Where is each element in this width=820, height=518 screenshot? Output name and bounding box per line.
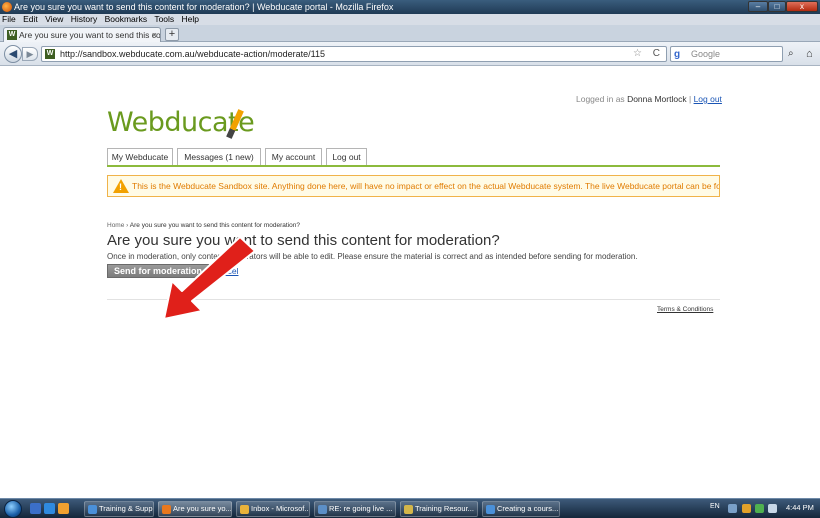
forward-button[interactable]: ▶ xyxy=(22,47,38,61)
menu-tools[interactable]: Tools xyxy=(154,14,174,24)
address-bar[interactable]: W http://sandbox.webducate.com.au/webduc… xyxy=(41,46,667,62)
minimize-button[interactable]: – xyxy=(748,1,768,12)
outlook-icon xyxy=(240,505,249,514)
start-button[interactable] xyxy=(4,500,22,518)
menu-bar: File Edit View History Bookmarks Tools H… xyxy=(0,14,820,25)
firefox-icon xyxy=(162,505,171,514)
firefox-quick-icon[interactable] xyxy=(58,503,69,514)
back-button[interactable]: ◀ xyxy=(4,45,22,63)
warning-icon: ! xyxy=(113,179,129,193)
menu-bookmarks[interactable]: Bookmarks xyxy=(105,14,148,24)
task-label: Inbox - Microsof... xyxy=(251,504,310,513)
menu-view[interactable]: View xyxy=(45,14,63,24)
terms-link[interactable]: Terms & Conditions xyxy=(657,306,713,313)
login-info: Logged in as Donna Mortlock | Log out xyxy=(576,94,722,104)
reload-icon[interactable]: C xyxy=(653,47,660,61)
tab-my-webducate[interactable]: My Webducate xyxy=(107,148,173,165)
task-label: Creating a cours... xyxy=(497,504,559,513)
email-icon xyxy=(318,505,327,514)
tab-bar: W Are you sure you want to send this con… xyxy=(0,25,820,42)
webducate-favicon-icon: W xyxy=(7,30,17,40)
document-icon xyxy=(486,505,495,514)
logged-in-user: Donna Mortlock xyxy=(627,94,687,104)
nav-divider xyxy=(107,165,720,167)
network-icon[interactable] xyxy=(755,504,764,513)
annotation-arrow-icon xyxy=(163,236,256,320)
tab-my-account[interactable]: My account xyxy=(265,148,322,165)
page-content: Logged in as Donna Mortlock | Log out We… xyxy=(0,67,820,498)
task-label: RE: re going live ... xyxy=(329,504,393,513)
task-training-support[interactable]: Training & Supp... xyxy=(84,501,154,517)
tab-messages[interactable]: Messages (1 new) xyxy=(177,148,261,165)
task-outlook-inbox[interactable]: Inbox - Microsof... xyxy=(236,501,310,517)
folder-icon xyxy=(404,505,413,514)
keyboard-icon[interactable] xyxy=(728,504,737,513)
language-indicator[interactable]: EN xyxy=(710,503,720,510)
login-prefix: Logged in as xyxy=(576,94,625,104)
internet-explorer-icon[interactable] xyxy=(44,503,55,514)
tab-label: Are you sure you want to send this cont.… xyxy=(19,30,161,40)
tab-log-out[interactable]: Log out xyxy=(326,148,367,165)
warning-text: This is the Webducate Sandbox site. Anyt… xyxy=(132,181,720,191)
bookmark-star-icon[interactable]: ☆ xyxy=(633,47,642,61)
firefox-icon xyxy=(2,2,12,12)
search-input[interactable]: g Google xyxy=(670,46,783,62)
maximize-button[interactable]: □ xyxy=(768,1,786,12)
breadcrumb: Home › Are you sure you want to send thi… xyxy=(107,222,300,229)
task-creating-course[interactable]: Creating a cours... xyxy=(482,501,560,517)
close-tab-icon[interactable]: × xyxy=(152,28,157,42)
windows-taskbar: Training & Supp... Are you sure yo... In… xyxy=(0,498,820,518)
search-icon[interactable]: ⌕ xyxy=(788,46,802,62)
site-favicon-icon: W xyxy=(45,49,55,59)
show-desktop-icon[interactable] xyxy=(30,503,41,514)
tray-app-icon[interactable] xyxy=(742,504,751,513)
google-icon[interactable]: g xyxy=(674,48,680,62)
task-training-resources[interactable]: Training Resour... xyxy=(400,501,478,517)
breadcrumb-current: Are you sure you want to send this conte… xyxy=(129,222,300,229)
system-clock[interactable]: 4:44 PM xyxy=(786,503,814,512)
volume-icon[interactable] xyxy=(768,504,777,513)
menu-help[interactable]: Help xyxy=(182,14,199,24)
task-firefox[interactable]: Are you sure yo... xyxy=(158,501,232,517)
search-placeholder: Google xyxy=(691,49,721,59)
browser-tab[interactable]: W Are you sure you want to send this con… xyxy=(3,27,161,42)
breadcrumb-home[interactable]: Home xyxy=(107,222,124,229)
task-label: Training Resour... xyxy=(415,504,474,513)
home-icon[interactable]: ⌂ xyxy=(806,46,818,62)
window-title: Are you sure you want to send this conte… xyxy=(14,2,394,12)
menu-history[interactable]: History xyxy=(71,14,97,24)
task-label: Are you sure yo... xyxy=(173,504,232,513)
menu-edit[interactable]: Edit xyxy=(23,14,38,24)
login-separator: | xyxy=(688,94,692,104)
ie-icon xyxy=(88,505,97,514)
new-tab-button[interactable]: + xyxy=(165,28,179,41)
logout-link[interactable]: Log out xyxy=(694,94,722,104)
close-window-button[interactable]: x xyxy=(786,1,818,12)
breadcrumb-separator: › xyxy=(126,222,129,229)
webducate-logo[interactable]: Webducate xyxy=(107,107,255,139)
url-text: http://sandbox.webducate.com.au/webducat… xyxy=(60,49,326,59)
menu-file[interactable]: File xyxy=(2,14,16,24)
task-label: Training & Supp... xyxy=(99,504,154,513)
window-title-bar: Are you sure you want to send this conte… xyxy=(0,0,820,14)
navigation-toolbar: ◀ ▶ W http://sandbox.webducate.com.au/we… xyxy=(0,42,820,66)
task-email-reply[interactable]: RE: re going live ... xyxy=(314,501,396,517)
sandbox-warning-banner: ! This is the Webducate Sandbox site. An… xyxy=(107,175,720,197)
